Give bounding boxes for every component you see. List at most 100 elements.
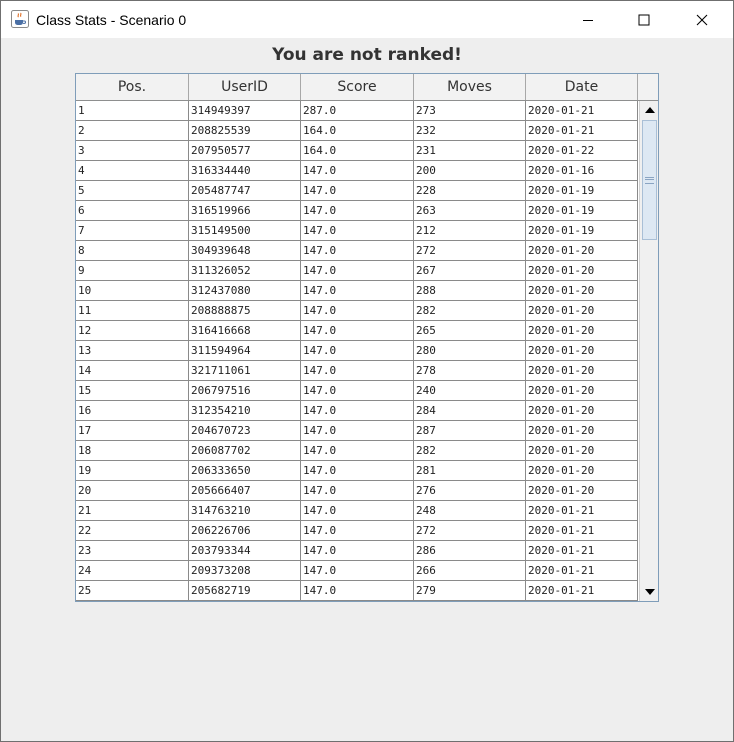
table-row[interactable]: 25 205682719 147.0 279 2020-01-21 [76,581,638,601]
cell-moves[interactable]: 212 [414,221,526,241]
cell-moves[interactable]: 200 [414,161,526,181]
minimize-button[interactable] [565,1,611,38]
table-row[interactable]: 24 209373208 147.0 266 2020-01-21 [76,561,638,581]
cell-userid[interactable]: 207950577 [189,141,301,161]
cell-score[interactable]: 164.0 [301,121,414,141]
cell-userid[interactable]: 203793344 [189,541,301,561]
cell-moves[interactable]: 266 [414,561,526,581]
cell-moves[interactable]: 278 [414,361,526,381]
table-row[interactable]: 22 206226706 147.0 272 2020-01-21 [76,521,638,541]
cell-pos[interactable]: 23 [76,541,189,561]
cell-userid[interactable]: 304939648 [189,241,301,261]
cell-moves[interactable]: 282 [414,441,526,461]
cell-score[interactable]: 147.0 [301,541,414,561]
cell-pos[interactable]: 16 [76,401,189,421]
cell-userid[interactable]: 205682719 [189,581,301,601]
cell-moves[interactable]: 272 [414,521,526,541]
column-header-userid[interactable]: UserID [189,74,301,100]
java-coffee-cup-icon[interactable] [11,10,29,28]
cell-moves[interactable]: 232 [414,121,526,141]
scroll-thumb[interactable] [642,120,657,240]
cell-pos[interactable]: 15 [76,381,189,401]
cell-date[interactable]: 2020-01-20 [526,401,638,421]
cell-moves[interactable]: 248 [414,501,526,521]
cell-moves[interactable]: 280 [414,341,526,361]
table-row[interactable]: 21 314763210 147.0 248 2020-01-21 [76,501,638,521]
cell-moves[interactable]: 276 [414,481,526,501]
table-row[interactable]: 7 315149500 147.0 212 2020-01-19 [76,221,638,241]
table-row[interactable]: 8 304939648 147.0 272 2020-01-20 [76,241,638,261]
table-row[interactable]: 12 316416668 147.0 265 2020-01-20 [76,321,638,341]
cell-score[interactable]: 147.0 [301,481,414,501]
cell-moves[interactable]: 286 [414,541,526,561]
cell-score[interactable]: 147.0 [301,341,414,361]
cell-moves[interactable]: 263 [414,201,526,221]
cell-userid[interactable]: 311326052 [189,261,301,281]
cell-userid[interactable]: 206333650 [189,461,301,481]
cell-score[interactable]: 147.0 [301,221,414,241]
cell-pos[interactable]: 20 [76,481,189,501]
cell-pos[interactable]: 1 [76,101,189,121]
cell-moves[interactable]: 279 [414,581,526,601]
vertical-scrollbar[interactable] [639,101,658,601]
cell-date[interactable]: 2020-01-20 [526,321,638,341]
cell-score[interactable]: 147.0 [301,361,414,381]
cell-userid[interactable]: 312354210 [189,401,301,421]
table-row[interactable]: 19 206333650 147.0 281 2020-01-20 [76,461,638,481]
scroll-down-button[interactable] [640,583,658,601]
cell-date[interactable]: 2020-01-21 [526,101,638,121]
table-row[interactable]: 3 207950577 164.0 231 2020-01-22 [76,141,638,161]
cell-userid[interactable]: 316416668 [189,321,301,341]
table-row[interactable]: 16 312354210 147.0 284 2020-01-20 [76,401,638,421]
table-row[interactable]: 20 205666407 147.0 276 2020-01-20 [76,481,638,501]
cell-score[interactable]: 147.0 [301,261,414,281]
column-header-date[interactable]: Date [526,74,638,100]
cell-date[interactable]: 2020-01-21 [526,581,638,601]
cell-date[interactable]: 2020-01-20 [526,341,638,361]
cell-pos[interactable]: 8 [76,241,189,261]
cell-pos[interactable]: 17 [76,421,189,441]
cell-score[interactable]: 147.0 [301,461,414,481]
cell-score[interactable]: 147.0 [301,281,414,301]
cell-userid[interactable]: 206087702 [189,441,301,461]
cell-moves[interactable]: 273 [414,101,526,121]
cell-userid[interactable]: 204670723 [189,421,301,441]
cell-score[interactable]: 287.0 [301,101,414,121]
cell-pos[interactable]: 24 [76,561,189,581]
table-row[interactable]: 5 205487747 147.0 228 2020-01-19 [76,181,638,201]
cell-score[interactable]: 147.0 [301,201,414,221]
cell-score[interactable]: 147.0 [301,321,414,341]
cell-pos[interactable]: 9 [76,261,189,281]
cell-score[interactable]: 164.0 [301,141,414,161]
table-row[interactable]: 15 206797516 147.0 240 2020-01-20 [76,381,638,401]
cell-date[interactable]: 2020-01-20 [526,441,638,461]
cell-date[interactable]: 2020-01-21 [526,521,638,541]
table-row[interactable]: 13 311594964 147.0 280 2020-01-20 [76,341,638,361]
cell-pos[interactable]: 22 [76,521,189,541]
cell-date[interactable]: 2020-01-21 [526,121,638,141]
table-row[interactable]: 14 321711061 147.0 278 2020-01-20 [76,361,638,381]
cell-userid[interactable]: 209373208 [189,561,301,581]
cell-moves[interactable]: 228 [414,181,526,201]
cell-userid[interactable]: 311594964 [189,341,301,361]
cell-userid[interactable]: 312437080 [189,281,301,301]
cell-score[interactable]: 147.0 [301,241,414,261]
cell-moves[interactable]: 240 [414,381,526,401]
table-row[interactable]: 2 208825539 164.0 232 2020-01-21 [76,121,638,141]
table-row[interactable]: 1 314949397 287.0 273 2020-01-21 [76,101,638,121]
cell-date[interactable]: 2020-01-21 [526,501,638,521]
cell-score[interactable]: 147.0 [301,401,414,421]
cell-date[interactable]: 2020-01-20 [526,461,638,481]
cell-pos[interactable]: 6 [76,201,189,221]
cell-date[interactable]: 2020-01-19 [526,181,638,201]
table-row[interactable]: 23 203793344 147.0 286 2020-01-21 [76,541,638,561]
cell-score[interactable]: 147.0 [301,441,414,461]
cell-score[interactable]: 147.0 [301,381,414,401]
cell-userid[interactable]: 205666407 [189,481,301,501]
cell-moves[interactable]: 282 [414,301,526,321]
cell-date[interactable]: 2020-01-19 [526,221,638,241]
table-row[interactable]: 4 316334440 147.0 200 2020-01-16 [76,161,638,181]
cell-moves[interactable]: 267 [414,261,526,281]
cell-pos[interactable]: 25 [76,581,189,601]
cell-date[interactable]: 2020-01-20 [526,241,638,261]
